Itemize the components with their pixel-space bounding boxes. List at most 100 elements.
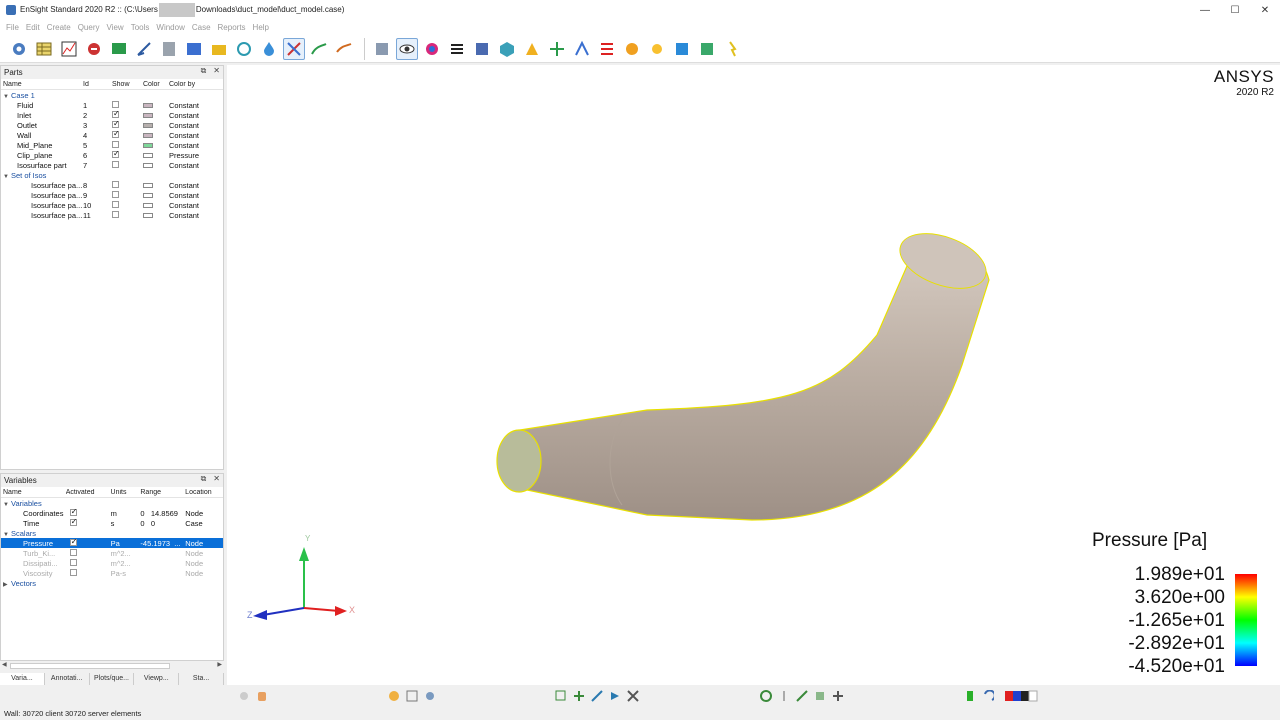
table-row[interactable]: Time s 0 0 Case <box>1 518 223 528</box>
color-swatch[interactable] <box>143 212 153 218</box>
show-checkbox[interactable] <box>112 180 119 188</box>
table-row[interactable]: Isosurface part 7 Constant <box>1 160 223 170</box>
scroll-right-icon[interactable]: ▶ <box>217 661 222 668</box>
activated-checkbox[interactable] <box>69 558 77 566</box>
show-checkbox[interactable] <box>112 190 119 198</box>
scroll-thumb[interactable] <box>10 663 170 669</box>
close-button[interactable]: ✕ <box>1250 0 1280 20</box>
lines-icon[interactable] <box>446 38 468 60</box>
menu-file[interactable]: File <box>6 23 19 32</box>
streamline-icon[interactable] <box>308 38 330 60</box>
box-icon[interactable] <box>671 38 693 60</box>
col-color-by[interactable]: Color by <box>169 81 219 88</box>
expand-chevron-icon[interactable]: ▼ <box>3 502 11 508</box>
screen-icon[interactable] <box>108 38 130 60</box>
table-row[interactable]: Viscosity Pa-s Node <box>1 568 223 578</box>
color-swatch[interactable] <box>143 192 153 198</box>
table-row[interactable]: Fluid 1 Constant <box>1 100 223 110</box>
show-checkbox[interactable] <box>112 150 120 158</box>
color-wheel-icon[interactable] <box>421 38 443 60</box>
table-row[interactable]: Isosurface pa... 9 Constant <box>1 190 223 200</box>
tab-annotations[interactable]: Annotati... <box>45 673 90 685</box>
expand-chevron-icon[interactable]: ▼ <box>3 174 11 180</box>
table-row[interactable]: Isosurface pa... 11 Constant <box>1 210 223 220</box>
panel-close-icon[interactable]: ✕ <box>213 474 220 484</box>
plot-icon[interactable] <box>58 38 80 60</box>
table-row[interactable]: Isosurface pa... 10 Constant <box>1 200 223 210</box>
symmetry-icon[interactable] <box>521 38 543 60</box>
col-name[interactable]: Name <box>1 489 66 496</box>
frame-icon[interactable] <box>405 689 419 703</box>
col-id[interactable]: Id <box>83 81 112 88</box>
toolbox-icon[interactable] <box>208 38 230 60</box>
show-checkbox[interactable] <box>112 100 119 108</box>
col-units[interactable]: Units <box>111 489 141 496</box>
show-checkbox[interactable] <box>112 140 119 148</box>
expand-chevron-icon[interactable]: ▼ <box>3 94 11 100</box>
sun-tool-icon[interactable] <box>387 689 401 703</box>
col-color[interactable]: Color <box>143 81 169 88</box>
pin-icon[interactable] <box>777 689 791 703</box>
record-icon[interactable] <box>237 689 251 703</box>
activated-checkbox[interactable] <box>69 538 77 546</box>
menu-window[interactable]: Window <box>156 23 184 32</box>
float-icon[interactable]: ⧉ <box>201 474 207 484</box>
table-row[interactable]: Isosurface pa... 8 Constant <box>1 180 223 190</box>
home-icon[interactable] <box>759 689 773 703</box>
menu-case[interactable]: Case <box>192 23 211 32</box>
table-row[interactable]: Turb_Ki... m^2... Node <box>1 548 223 558</box>
table-row[interactable]: Wall 4 Constant <box>1 130 223 140</box>
film-icon[interactable] <box>183 38 205 60</box>
show-checkbox[interactable] <box>112 130 120 138</box>
table-row[interactable]: ▼ Case 1 <box>1 90 223 100</box>
color-swatch[interactable] <box>143 152 153 158</box>
tab-states[interactable]: Sta... <box>179 673 224 685</box>
tab-plots-queries[interactable]: Plots/que... <box>90 673 135 685</box>
expand-chevron-icon[interactable]: ▼ <box>3 532 11 538</box>
color-palette-icon[interactable] <box>1005 689 1041 703</box>
scroll-left-icon[interactable]: ◀ <box>2 661 7 668</box>
tab-viewports[interactable]: Viewp... <box>134 673 180 685</box>
table-row[interactable]: Coordinates m 0 14.8569 Node <box>1 508 223 518</box>
tools-icon[interactable] <box>626 689 640 703</box>
vector-arrows-icon[interactable] <box>596 38 618 60</box>
query-icon[interactable] <box>83 38 105 60</box>
maximize-button[interactable]: ☐ <box>1220 0 1250 20</box>
menu-edit[interactable]: Edit <box>26 23 40 32</box>
show-checkbox[interactable] <box>112 210 119 218</box>
float-icon[interactable]: ⧉ <box>201 66 207 76</box>
table-row[interactable]: ▼ Set of Isos <box>1 170 223 180</box>
activated-checkbox[interactable] <box>69 518 77 526</box>
rotate-icon[interactable] <box>621 38 643 60</box>
particle-trace-icon[interactable] <box>333 38 355 60</box>
table-row[interactable]: Dissipati... m^2... Node <box>1 558 223 568</box>
menu-reports[interactable]: Reports <box>218 23 246 32</box>
tail-icon[interactable] <box>546 38 568 60</box>
table-row[interactable]: Inlet 2 Constant <box>1 110 223 120</box>
pointer-icon[interactable] <box>721 38 743 60</box>
color-swatch[interactable] <box>143 112 153 118</box>
book-icon[interactable] <box>158 38 180 60</box>
col-activated[interactable]: Activated <box>66 489 111 496</box>
annotate-icon[interactable] <box>133 38 155 60</box>
activated-checkbox[interactable] <box>69 508 77 516</box>
mesh-icon[interactable] <box>371 38 393 60</box>
table-row[interactable]: ▶ Vectors <box>1 578 223 588</box>
show-checkbox[interactable] <box>112 110 120 118</box>
select-icon[interactable] <box>608 689 622 703</box>
col-name[interactable]: Name <box>1 81 83 88</box>
eye-icon[interactable] <box>396 37 418 60</box>
link-icon[interactable] <box>795 689 809 703</box>
menu-query[interactable]: Query <box>78 23 100 32</box>
menu-help[interactable]: Help <box>253 23 269 32</box>
sun-icon[interactable] <box>646 38 668 60</box>
clip-icon[interactable] <box>283 37 305 60</box>
menu-view[interactable]: View <box>107 23 124 32</box>
expand-chevron-icon[interactable]: ▶ <box>3 581 11 588</box>
translate-icon[interactable] <box>590 689 604 703</box>
tab-variables[interactable]: Varia... <box>0 673 45 685</box>
table-row[interactable]: Mid_Plane 5 Constant <box>1 140 223 150</box>
zoom-icon[interactable] <box>554 689 568 703</box>
show-checkbox[interactable] <box>112 120 120 128</box>
color-swatch[interactable] <box>143 122 153 128</box>
